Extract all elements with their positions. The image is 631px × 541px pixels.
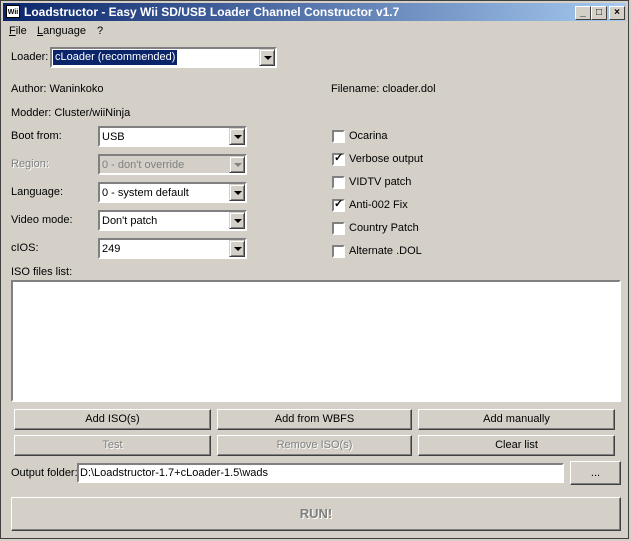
chevron-down-icon[interactable] (229, 128, 245, 145)
title-bar[interactable]: Wii Loadstructor - Easy Wii SD/USB Loade… (3, 3, 626, 21)
wii-app-icon: Wii (6, 5, 20, 18)
run-button[interactable]: RUN! (11, 497, 621, 531)
menu-language-label: anguage (43, 25, 86, 37)
boot-from-value: USB (102, 131, 125, 143)
verbose-output-checkbox[interactable]: ✓ (332, 152, 345, 166)
anti-002-fix-label[interactable]: Anti-002 Fix (349, 199, 408, 211)
iso-list-label: ISO files list: (11, 266, 73, 278)
verbose-output-label[interactable]: Verbose output (349, 153, 423, 165)
test-button[interactable]: Test (14, 435, 211, 456)
cios-select[interactable]: 249 (98, 238, 247, 259)
boot-from-label: Boot from: (11, 130, 62, 142)
author-text: Author: Waninkoko (11, 83, 104, 95)
region-value: 0 - don't override (102, 159, 185, 171)
country-patch-label[interactable]: Country Patch (349, 222, 419, 234)
clear-list-button[interactable]: Clear list (418, 435, 615, 456)
loader-value: cLoader (recommended) (51, 49, 179, 66)
add-from-wbfs-button[interactable]: Add from WBFS (217, 409, 412, 430)
menu-language[interactable]: Language (37, 25, 86, 37)
video-mode-select[interactable]: Don't patch (98, 210, 247, 231)
chevron-down-icon[interactable] (259, 49, 275, 66)
region-select[interactable]: 0 - don't override (98, 154, 247, 175)
check-mark-icon: ✓ (334, 198, 344, 210)
vidtv-patch-label[interactable]: VIDTV patch (349, 176, 411, 188)
check-mark-icon: ✓ (334, 152, 344, 164)
menu-bar: File Language ? (3, 22, 626, 40)
boot-from-select[interactable]: USB (98, 126, 247, 147)
output-folder-input[interactable]: D:\Loadstructor-1.7+cLoader-1.5\wads (77, 463, 564, 483)
cios-label: cIOS: (11, 242, 39, 254)
alternate-dol-label[interactable]: Alternate .DOL (349, 245, 422, 257)
main-window: Wii Loadstructor - Easy Wii SD/USB Loade… (0, 0, 629, 539)
add-iso-button[interactable]: Add ISO(s) (14, 409, 211, 430)
window-title: Loadstructor - Easy Wii SD/USB Loader Ch… (24, 5, 400, 19)
chevron-down-icon[interactable] (229, 212, 245, 229)
chevron-down-icon[interactable] (229, 156, 245, 173)
output-folder-label: Output folder: (11, 467, 78, 479)
cios-value: 249 (102, 243, 121, 255)
vidtv-patch-checkbox[interactable] (332, 176, 345, 189)
browse-button[interactable]: ... (570, 461, 621, 485)
menu-help[interactable]: ? (97, 25, 103, 37)
loader-select[interactable]: cLoader (recommended) (50, 47, 277, 68)
language-value: 0 - system default (102, 187, 189, 199)
filename-text: Filename: cloader.dol (331, 83, 436, 95)
menu-file-label: ile (15, 25, 27, 37)
chevron-down-icon[interactable] (229, 184, 245, 201)
ocarina-checkbox[interactable] (332, 130, 345, 143)
remove-iso-button[interactable]: Remove ISO(s) (217, 435, 412, 456)
ocarina-label[interactable]: Ocarina (349, 130, 388, 142)
menu-file-accel: F (9, 25, 16, 37)
region-label: Region: (11, 158, 49, 170)
language-label: Language: (11, 186, 63, 198)
modder-text: Modder: Cluster/wiiNinja (11, 107, 131, 119)
language-select[interactable]: 0 - system default (98, 182, 247, 203)
alternate-dol-checkbox[interactable] (332, 245, 345, 258)
anti-002-fix-checkbox[interactable]: ✓ (332, 198, 345, 212)
video-mode-value: Don't patch (102, 215, 158, 227)
country-patch-checkbox[interactable] (332, 222, 345, 235)
menu-file[interactable]: File (9, 25, 27, 37)
add-manually-button[interactable]: Add manually (418, 409, 615, 430)
loader-label: Loader: (11, 51, 49, 63)
video-mode-label: Video mode: (11, 214, 73, 226)
output-folder-value: D:\Loadstructor-1.7+cLoader-1.5\wads (80, 467, 269, 479)
chevron-down-icon[interactable] (229, 240, 245, 257)
close-button[interactable]: × (609, 6, 625, 20)
iso-files-list[interactable] (11, 280, 621, 402)
minimize-button[interactable]: _ (575, 6, 591, 20)
maximize-button[interactable]: □ (591, 6, 607, 20)
